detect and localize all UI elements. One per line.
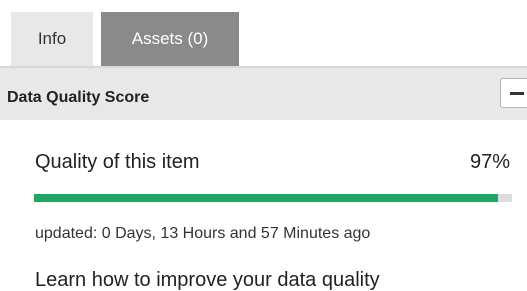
updated-timestamp: updated: 0 Days, 13 Hours and 57 Minutes… (35, 225, 371, 242)
minus-icon (510, 92, 524, 95)
collapse-button[interactable] (500, 78, 527, 108)
quality-label: Quality of this item (35, 151, 200, 173)
section-title: Data Quality Score (7, 89, 150, 106)
quality-progress-bar (34, 194, 512, 202)
tab-bar: Info Assets (0) (0, 0, 527, 66)
data-quality-panel: Info Assets (0) Data Quality Score Quali… (0, 0, 527, 291)
data-quality-section-header: Data Quality Score (0, 66, 527, 120)
quality-progress-fill (34, 194, 498, 202)
improve-quality-link[interactable]: Learn how to improve your data quality (35, 268, 380, 291)
quality-percentage: 97% (469, 151, 510, 173)
tab-info[interactable]: Info (11, 12, 93, 66)
tab-assets[interactable]: Assets (0) (101, 12, 239, 66)
